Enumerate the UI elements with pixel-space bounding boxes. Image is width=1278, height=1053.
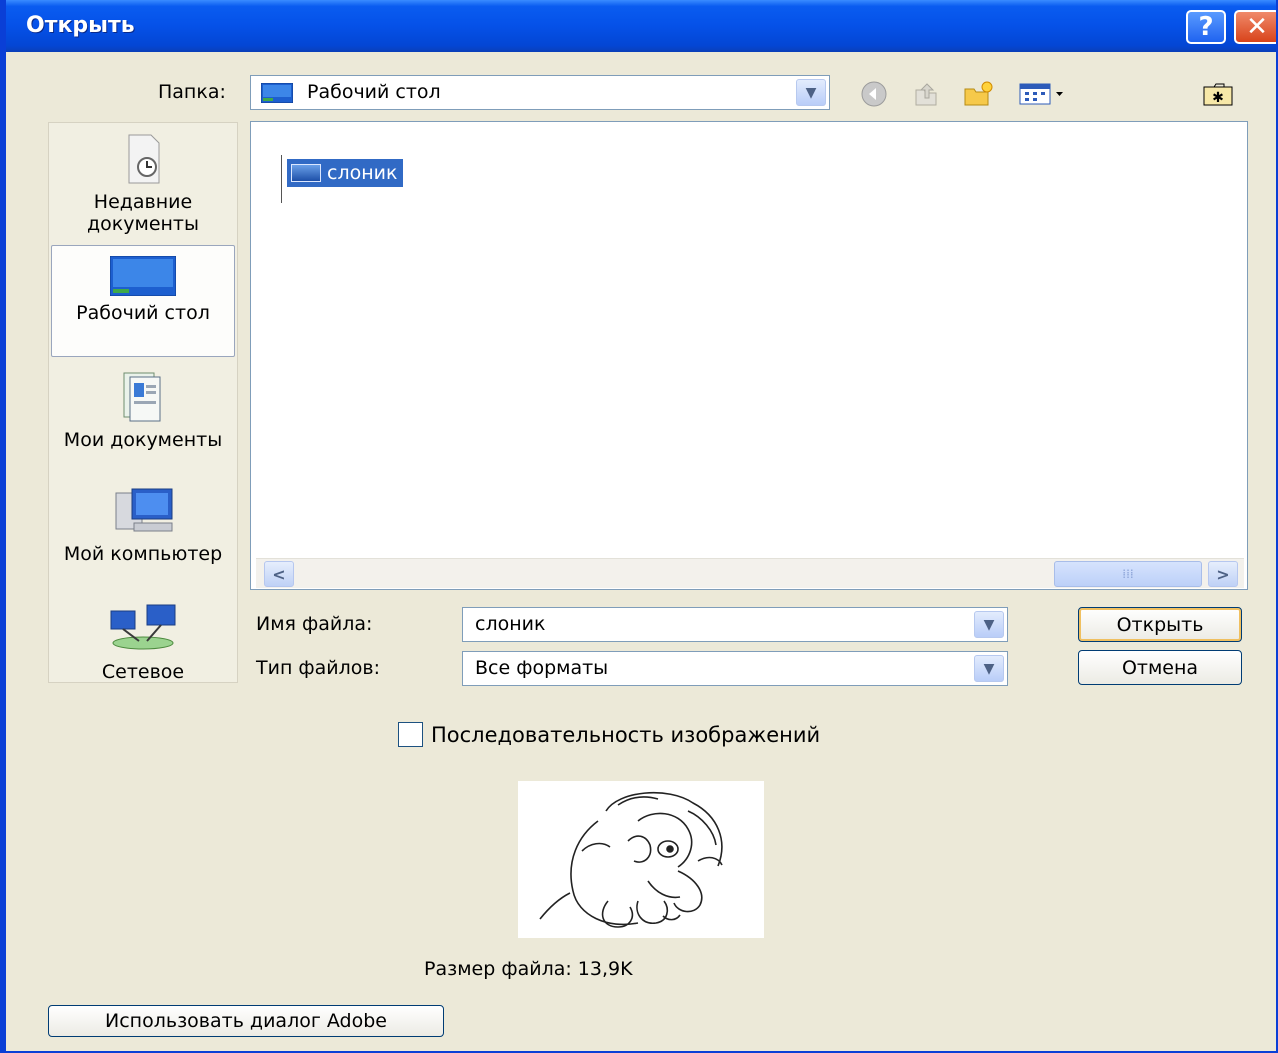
place-label: Сетевое xyxy=(101,661,185,683)
window-title: Открыть xyxy=(26,13,135,38)
place-recent-documents[interactable]: Недавние документы xyxy=(51,133,235,235)
open-folder-star-icon[interactable]: ✱ xyxy=(1202,80,1234,108)
image-sequence-checkbox[interactable] xyxy=(398,722,423,747)
cancel-button[interactable]: Отмена xyxy=(1078,650,1242,685)
image-sequence-option[interactable]: Последовательность изображений xyxy=(398,722,820,747)
title-bar[interactable]: Открыть ? ✕ xyxy=(6,0,1276,52)
chevron-right-icon: > xyxy=(1216,564,1230,584)
image-sequence-label: Последовательность изображений xyxy=(431,722,821,747)
chevron-down-icon[interactable]: ▼ xyxy=(974,611,1004,638)
elephant-sketch-image xyxy=(539,791,723,928)
file-item[interactable]: слоник xyxy=(287,159,404,187)
image-file-icon xyxy=(291,164,321,182)
network-icon xyxy=(110,604,176,650)
new-folder-icon[interactable] xyxy=(962,80,994,108)
my-computer-icon xyxy=(115,488,173,532)
horizontal-scrollbar[interactable]: < ⁞⁞⁞ > xyxy=(256,558,1244,588)
place-my-computer[interactable]: Мой компьютер xyxy=(51,487,235,565)
open-button[interactable]: Открыть xyxy=(1078,607,1242,642)
place-label: Недавние документы xyxy=(87,191,199,235)
file-size-label: Размер файла: 13,9K xyxy=(424,958,633,980)
lookin-combo[interactable]: Рабочий стол ▼ xyxy=(250,75,830,110)
place-network[interactable]: Сетевое xyxy=(51,603,235,683)
place-label: Мой компьютер xyxy=(63,543,223,565)
lookin-label: Папка: xyxy=(158,81,226,103)
places-bar: Недавние документы Рабочий стол Мои доку… xyxy=(48,122,238,683)
file-list[interactable]: слоник < ⁞⁞⁞ > xyxy=(250,121,1248,590)
chevron-down-icon[interactable]: ▼ xyxy=(974,655,1004,682)
close-icon: ✕ xyxy=(1246,12,1268,42)
filetype-combo[interactable]: Все форматы ▼ xyxy=(462,651,1008,686)
lookin-value: Рабочий стол xyxy=(307,81,441,103)
place-my-documents[interactable]: Мои документы xyxy=(51,369,235,451)
help-button[interactable]: ? xyxy=(1186,10,1226,44)
up-folder-icon[interactable] xyxy=(910,80,942,108)
place-label: Рабочий стол xyxy=(76,302,210,324)
my-documents-icon xyxy=(123,372,161,422)
scroll-right-button[interactable]: > xyxy=(1208,561,1238,587)
filename-label: Имя файла: xyxy=(256,613,373,635)
desktop-icon xyxy=(261,83,293,103)
open-dialog: Открыть ? ✕ Папка: Рабочий стол ▼ ✱ Неда… xyxy=(0,0,1278,1053)
use-adobe-dialog-button[interactable]: Использовать диалог Adobe xyxy=(48,1005,444,1037)
help-icon: ? xyxy=(1198,12,1214,42)
filetype-value: Все форматы xyxy=(475,657,609,679)
desktop-icon xyxy=(110,256,176,296)
place-desktop[interactable]: Рабочий стол xyxy=(51,245,235,357)
scroll-thumb[interactable]: ⁞⁞⁞ xyxy=(1054,561,1202,587)
filename-value: слоник xyxy=(475,613,546,635)
chevron-left-icon: < xyxy=(272,564,286,584)
focus-line xyxy=(281,155,282,203)
back-arrow-icon[interactable] xyxy=(858,80,890,108)
recent-documents-icon xyxy=(128,134,160,184)
svg-text:✱: ✱ xyxy=(1212,90,1224,106)
grip-icon: ⁞⁞⁞ xyxy=(1122,567,1134,581)
scroll-left-button[interactable]: < xyxy=(264,561,294,587)
filetype-label: Тип файлов: xyxy=(256,657,381,679)
place-label: Мои документы xyxy=(63,429,223,451)
close-button[interactable]: ✕ xyxy=(1234,10,1276,44)
views-menu-icon[interactable] xyxy=(1016,80,1068,108)
file-name: слоник xyxy=(327,162,398,184)
filename-combo[interactable]: слоник ▼ xyxy=(462,607,1008,642)
image-preview xyxy=(518,781,764,938)
chevron-down-icon[interactable]: ▼ xyxy=(796,79,826,106)
